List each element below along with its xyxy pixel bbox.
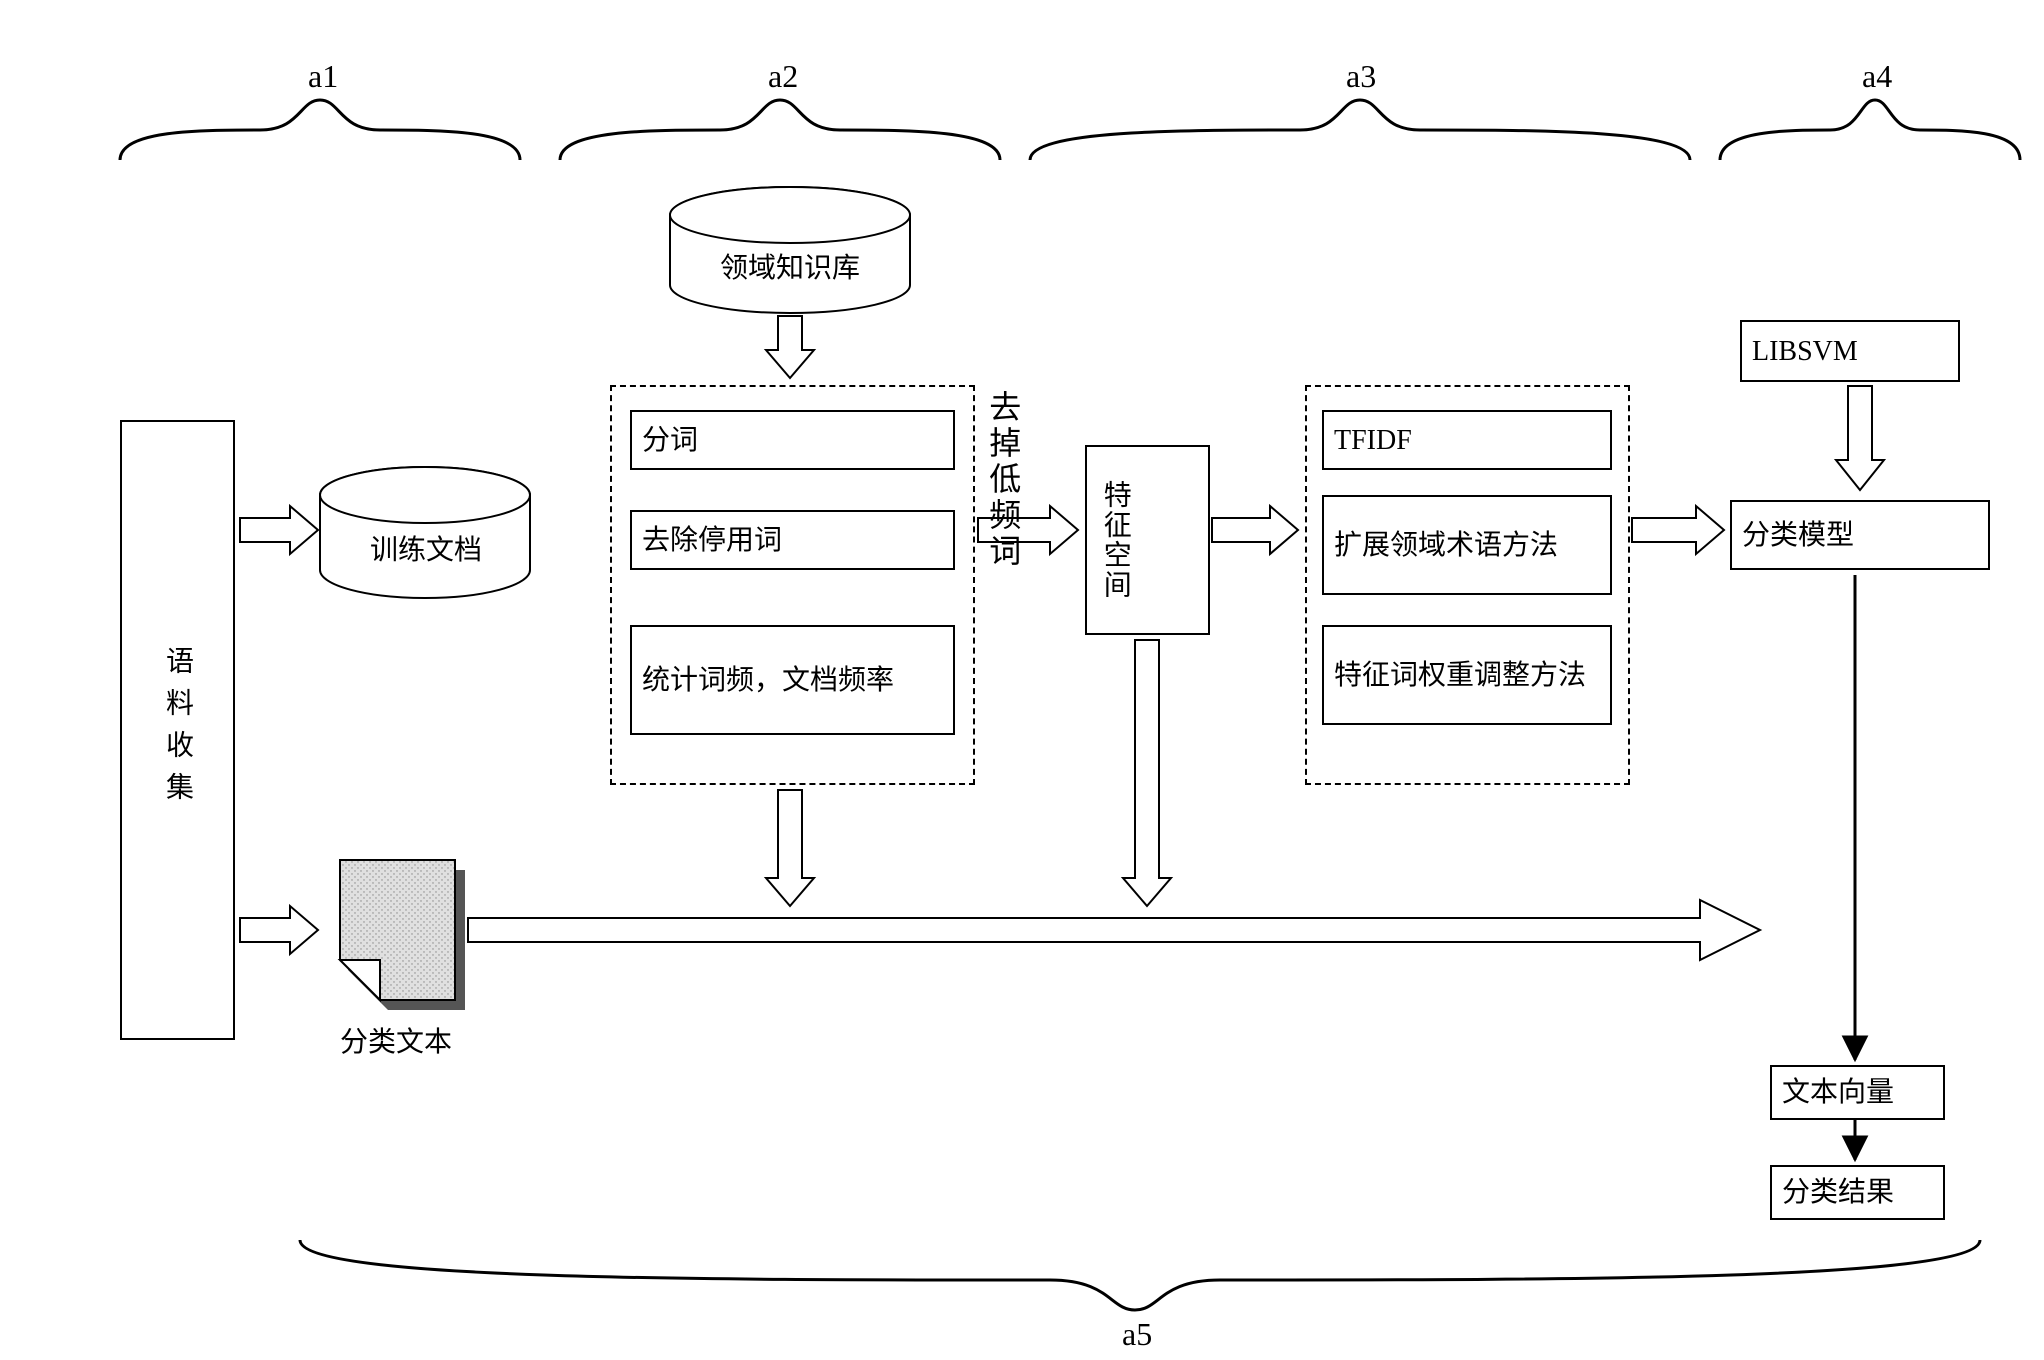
weight-adj-box: 特征词权重调整方法: [1322, 625, 1612, 725]
remove-lowfreq-label: 去掉低频词: [985, 390, 1020, 578]
diagram-overlay: [0, 0, 2044, 1360]
stats-box: 统计词频，文档频率: [630, 625, 955, 735]
training-docs-label: 训练文档: [370, 528, 482, 568]
section-label-a2: a2: [768, 58, 798, 95]
section-label-a3: a3: [1346, 58, 1376, 95]
remove-stopwords-box: 去除停用词: [630, 510, 955, 570]
section-label-a1: a1: [308, 58, 338, 95]
libsvm-box: LIBSVM: [1740, 320, 1960, 382]
ext-domain-box: 扩展领域术语方法: [1322, 495, 1612, 595]
classify-text-label: 分类文本: [340, 1020, 452, 1060]
segmentation-box: 分词: [630, 410, 955, 470]
corpus-collection-box: 语料收集: [120, 420, 235, 1040]
classification-model-box: 分类模型: [1730, 500, 1990, 570]
text-vector-box: 文本向量: [1770, 1065, 1945, 1120]
feature-space-box: 特征空间: [1085, 445, 1210, 635]
domain-kb-label: 领域知识库: [720, 246, 860, 286]
class-result-box: 分类结果: [1770, 1165, 1945, 1220]
tfidf-box: TFIDF: [1322, 410, 1612, 470]
section-label-a4: a4: [1862, 58, 1892, 95]
section-label-a5: a5: [1122, 1316, 1152, 1353]
